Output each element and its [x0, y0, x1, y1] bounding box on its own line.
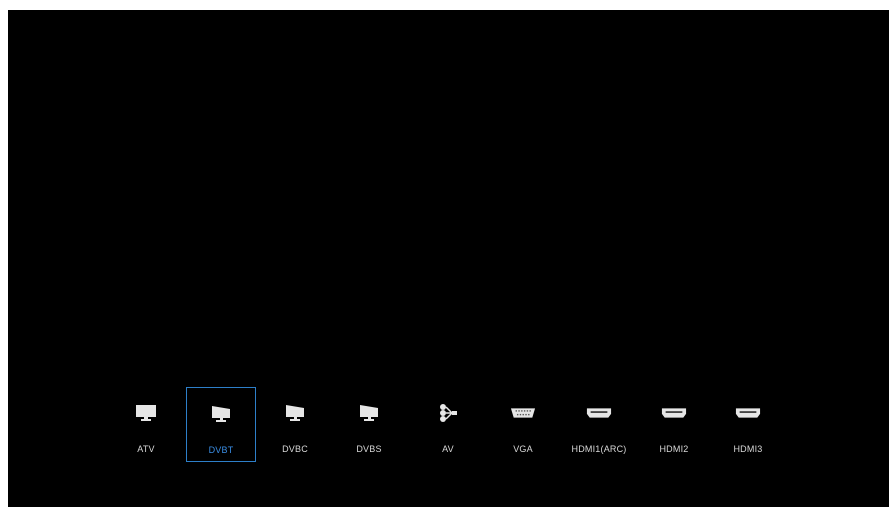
rca-connector-icon — [435, 403, 461, 423]
source-item-vga[interactable]: VGA — [488, 387, 558, 462]
source-label: DVBT — [208, 445, 234, 455]
source-label: HDMI1(ARC) — [571, 444, 627, 454]
source-label: HDMI3 — [733, 444, 763, 454]
hdmi-port-icon — [661, 403, 687, 423]
vga-port-icon — [510, 403, 536, 423]
tv-monitor-icon — [133, 403, 159, 423]
source-item-atv[interactable]: ATV — [111, 387, 181, 462]
hdmi-port-icon — [735, 403, 761, 423]
tv-monitor-angled-icon — [282, 403, 308, 423]
source-item-dvbt[interactable]: DVBT — [186, 387, 256, 462]
source-item-hdmi1-arc[interactable]: HDMI1(ARC) — [564, 387, 634, 462]
source-label: AV — [442, 444, 454, 454]
input-source-bar: ATV DVBT DVBC DVBS AV VGA HDMI1(ARC) HDM… — [8, 10, 889, 507]
source-label: ATV — [137, 444, 155, 454]
source-item-dvbs[interactable]: DVBS — [334, 387, 404, 462]
tv-screen: ATV DVBT DVBC DVBS AV VGA HDMI1(ARC) HDM… — [8, 10, 889, 507]
source-item-hdmi2[interactable]: HDMI2 — [639, 387, 709, 462]
tv-monitor-angled-icon — [356, 403, 382, 423]
source-label: HDMI2 — [659, 444, 689, 454]
source-item-dvbc[interactable]: DVBC — [260, 387, 330, 462]
source-label: DVBC — [282, 444, 308, 454]
source-item-av[interactable]: AV — [413, 387, 483, 462]
hdmi-port-icon — [586, 403, 612, 423]
source-item-hdmi3[interactable]: HDMI3 — [713, 387, 783, 462]
source-label: DVBS — [356, 444, 382, 454]
tv-monitor-angled-icon — [208, 404, 234, 424]
source-label: VGA — [513, 444, 533, 454]
